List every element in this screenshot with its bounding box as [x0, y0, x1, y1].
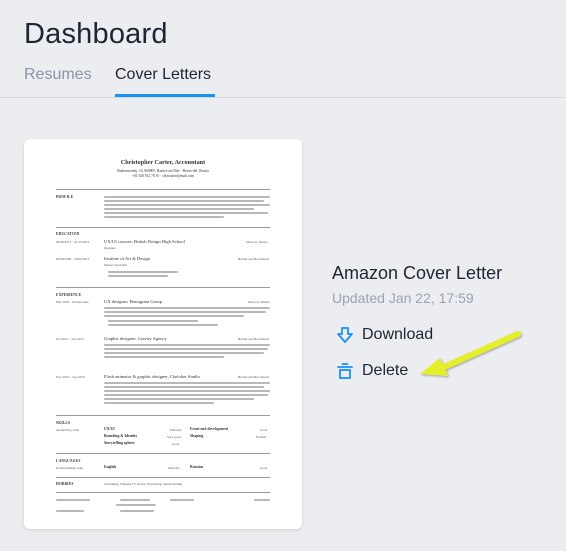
- preview-text-line: [108, 271, 178, 273]
- preview-date: Nov 2016 – Sep 2016: [56, 375, 85, 379]
- preview-text-line: [104, 196, 270, 198]
- preview-lang-cell: Perfectly: [168, 466, 180, 470]
- preview-section-education: EDUCATION: [56, 232, 80, 236]
- preview-text-line: [104, 216, 224, 218]
- preview-text-line: [104, 315, 244, 317]
- document-title[interactable]: Amazon Cover Letter: [332, 263, 502, 284]
- preview-lang-cell: English: [104, 465, 117, 469]
- preview-item-title: Institute of Art & Design: [104, 256, 150, 261]
- preview-section-hobbies: HOBBIES: [56, 482, 74, 486]
- preview-text-line: [104, 352, 264, 354]
- preview-text-line: [254, 499, 270, 501]
- delete-button[interactable]: Delete: [336, 360, 408, 382]
- page-title: Dashboard: [24, 18, 168, 50]
- preview-item-title: Flash animator & graphic designer, Chelo…: [104, 374, 200, 379]
- preview-text-line: [170, 499, 194, 501]
- preview-skill-cell: Good: [260, 428, 268, 432]
- preview-text-line: [104, 311, 266, 313]
- preview-text-line: [108, 324, 218, 326]
- preview-skill-cell: Good: [172, 442, 180, 446]
- preview-contact: Budenwerdsij, 16, 960805, Barrier-sin Di…: [24, 169, 302, 179]
- preview-place: Barrier-sin Dier, Russia: [238, 257, 270, 261]
- preview-text-line: [104, 307, 270, 309]
- preview-text-line: [104, 204, 270, 206]
- preview-skill-cell: Front-end development: [190, 427, 229, 431]
- preview-text-line: [104, 390, 270, 392]
- preview-name: Christopher Carter, Accountant: [120, 159, 206, 166]
- preview-text-line: [56, 510, 84, 512]
- preview-skill-cell: Shaping: [190, 434, 204, 438]
- preview-place: Barrier-sin Dier, Russia: [238, 375, 270, 379]
- preview-lang-cell: Understanding order: [56, 466, 84, 470]
- document-preview-card[interactable]: Christopher Carter, Accountant Budenwerd…: [24, 139, 302, 529]
- preview-text-line: [104, 348, 268, 350]
- preview-text-line: [104, 200, 264, 202]
- preview-date: 09/09/2013 – 01/10/2013: [56, 240, 90, 244]
- trash-icon: [336, 362, 354, 380]
- preview-text-line: [120, 510, 154, 512]
- preview-sub: Designer: [104, 246, 116, 250]
- preview-sub: Master Specialist: [104, 263, 127, 267]
- preview-item-title: UX/UI courses, British Design High Schoo…: [104, 239, 185, 244]
- preview-text-line: [104, 402, 214, 404]
- preview-item-title: Graphic designer, Gravity Agency: [104, 336, 167, 341]
- document-preview: Christopher Carter, Accountant Budenwerd…: [24, 139, 302, 529]
- preview-text-line: [116, 504, 156, 506]
- preview-item-title: UX designer, Pentagram Group: [104, 299, 162, 304]
- preview-skill-cell: Branding & Identity: [104, 434, 138, 438]
- preview-rule: [56, 287, 270, 288]
- preview-skill-cell: Storytelling sphere: [104, 441, 135, 445]
- preview-place: Moscow, Russia: [248, 300, 270, 304]
- preview-text-line: [56, 499, 90, 501]
- preview-text-line: [104, 398, 254, 400]
- preview-place: Moscow, Russia: [246, 240, 268, 244]
- annotation-arrow-icon: [420, 331, 521, 376]
- preview-place: Barrier-sin Dier, Russia: [238, 337, 270, 341]
- preview-skill-cell: Normal: [256, 435, 267, 439]
- preview-date: Oct 2015 – Sep 2015: [56, 337, 84, 341]
- preview-rule: [56, 227, 270, 228]
- preview-lang-cell: Good: [260, 466, 268, 470]
- tab-cover-letters[interactable]: Cover Letters: [115, 66, 211, 84]
- preview-text-line: [108, 320, 198, 322]
- preview-date: 09/09/2006 – 20/09/2013: [56, 257, 90, 261]
- preview-date: Mar 2018 – Present time: [56, 300, 89, 304]
- delete-label: Delete: [362, 362, 409, 379]
- download-icon: [336, 326, 354, 344]
- preview-text-line: [108, 275, 168, 277]
- preview-section-skills: SKILLS: [56, 421, 71, 425]
- preview-rule: [56, 415, 270, 416]
- preview-rule: [56, 189, 270, 190]
- preview-skill-cell: UX/UI: [104, 427, 115, 431]
- preview-text-line: [104, 208, 254, 210]
- tabs-divider: [0, 97, 566, 98]
- tab-resumes[interactable]: Resumes: [24, 66, 92, 84]
- preview-text-line: [104, 386, 264, 388]
- preview-lang-cell: Russian: [190, 465, 203, 469]
- preview-section-profile: PROFILE: [56, 195, 74, 199]
- preview-text-line: [104, 394, 268, 396]
- preview-text-line: [104, 212, 268, 214]
- preview-section-languages: LANGUAGES: [56, 459, 81, 463]
- preview-text-line: [120, 499, 150, 501]
- preview-skill-cell: Very good: [167, 435, 181, 439]
- preview-hobbies: Swimming, Walking TV shows, DJ playing, …: [104, 482, 183, 486]
- document-updated: Updated Jan 22, 17:59: [332, 290, 474, 306]
- preview-skill-cell: Archiecting order: [56, 428, 80, 432]
- preview-section-experience: EXPERIENCE: [56, 293, 82, 297]
- preview-text-line: [104, 344, 270, 346]
- preview-contact-line: +01 928 912 78 16 · chriscarter@mail.com: [131, 174, 195, 178]
- preview-rule: [56, 477, 270, 478]
- preview-text-line: [104, 356, 224, 358]
- preview-rule: [56, 492, 270, 493]
- preview-text-line: [104, 382, 270, 384]
- preview-skill-cell: Perfectly: [170, 428, 182, 432]
- preview-rule: [56, 453, 270, 454]
